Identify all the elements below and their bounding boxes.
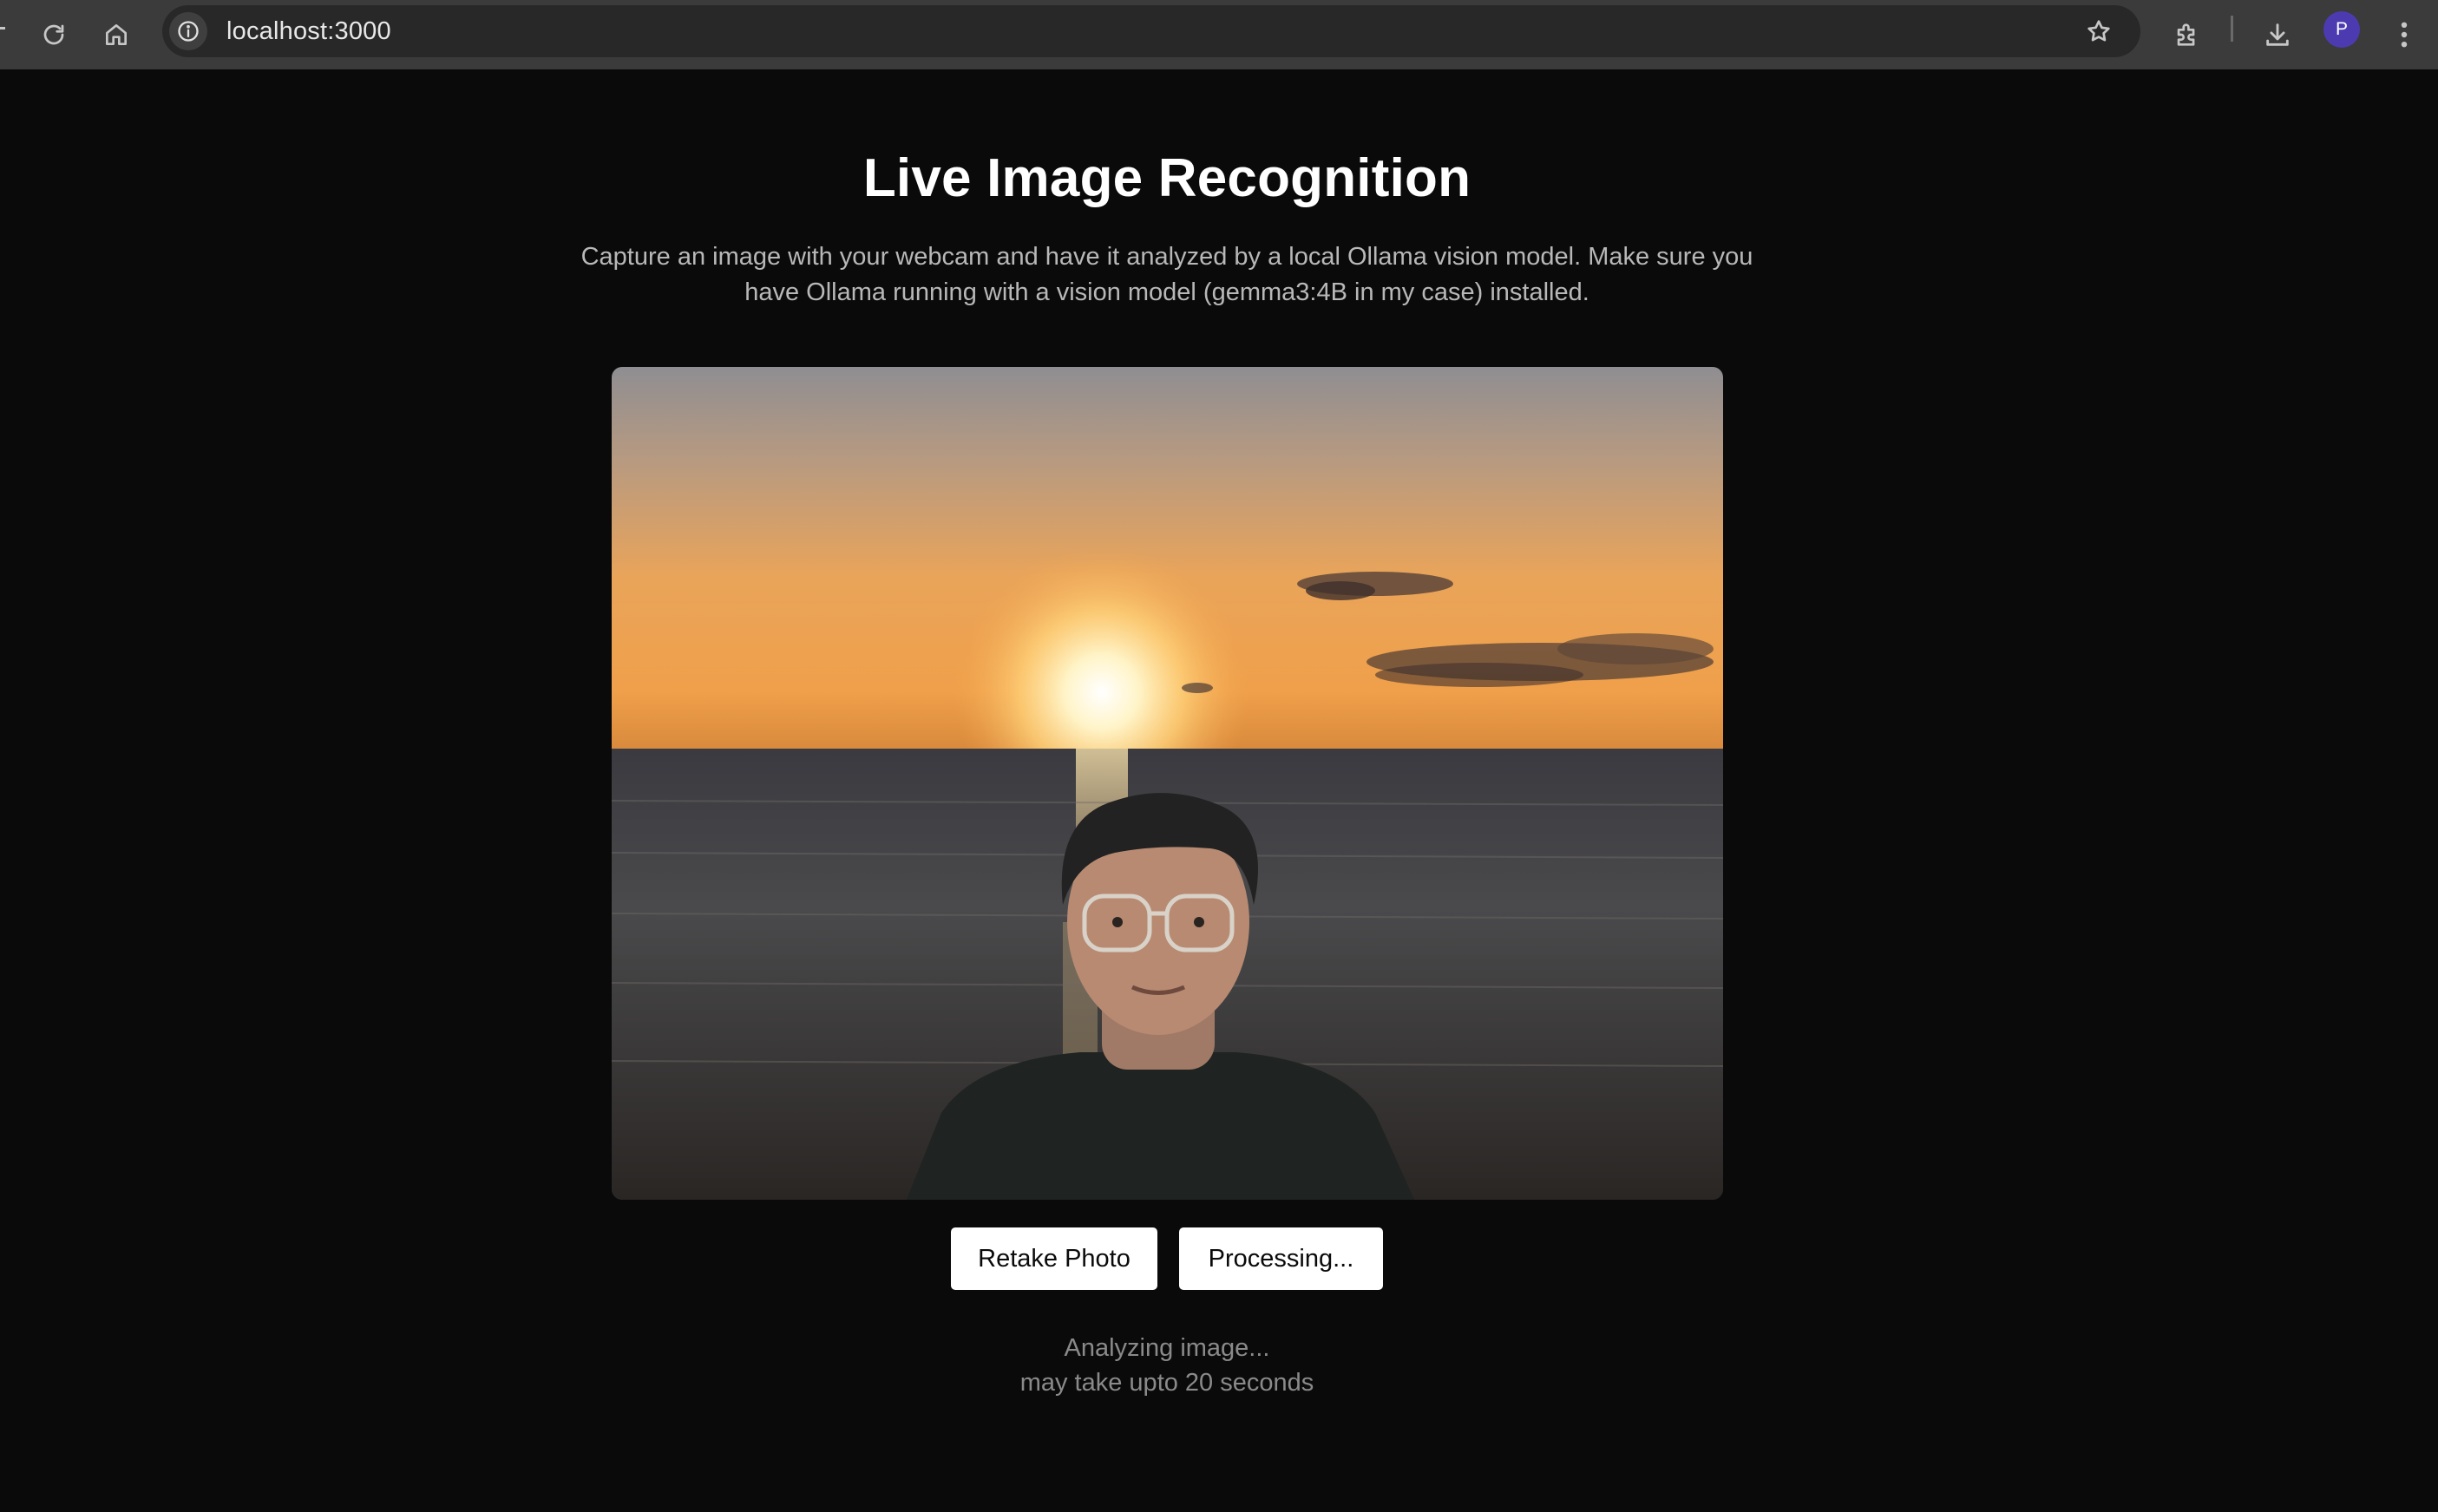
site-info-icon[interactable]: [169, 12, 207, 50]
status-analyzing: Analyzing image...: [1064, 1334, 1270, 1362]
retake-photo-button[interactable]: Retake Photo: [951, 1227, 1157, 1290]
processing-button[interactable]: Processing...: [1179, 1227, 1383, 1290]
home-icon[interactable]: [92, 10, 141, 59]
browser-toolbar: localhost:3000 P: [0, 0, 2438, 69]
extensions-icon[interactable]: [2163, 10, 2212, 59]
profile-avatar[interactable]: P: [2323, 11, 2360, 48]
status-wait-hint: may take upto 20 seconds: [1019, 1369, 1314, 1397]
download-icon[interactable]: [2253, 10, 2302, 59]
back-arrow-fragment[interactable]: [0, 27, 5, 29]
captured-photo: [612, 367, 1723, 1200]
toolbar-divider: [2231, 16, 2233, 42]
bookmark-star-icon[interactable]: [2080, 12, 2118, 50]
page-title: Live Image Recognition: [862, 148, 1471, 208]
url-text[interactable]: localhost:3000: [226, 5, 391, 57]
page-description: Capture an image with your webcam and ha…: [580, 243, 1753, 306]
address-bar[interactable]: localhost:3000: [162, 5, 2140, 57]
menu-icon[interactable]: [2380, 10, 2428, 59]
reload-icon[interactable]: [29, 10, 78, 59]
webcam-image: [612, 367, 1723, 1200]
